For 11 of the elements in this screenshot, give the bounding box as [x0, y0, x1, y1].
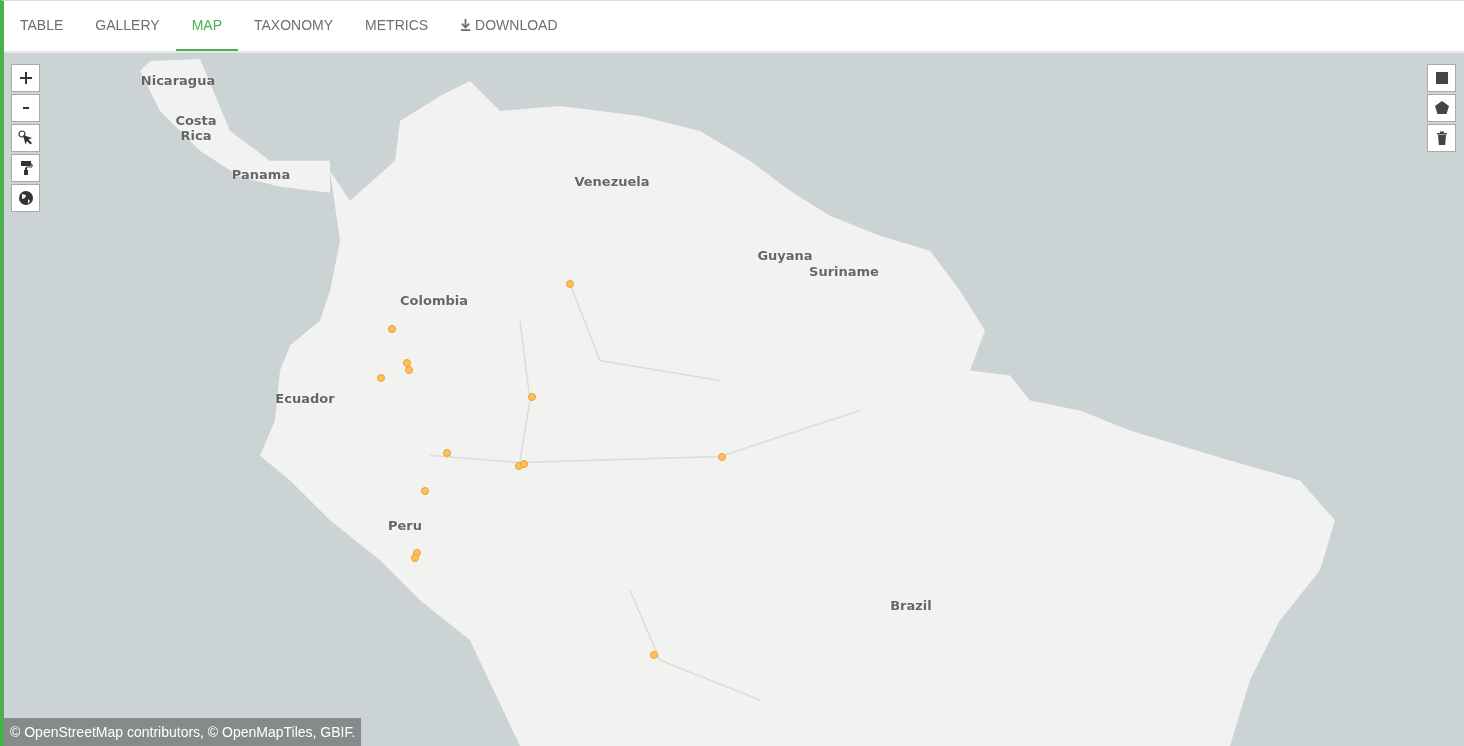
place-label: Suriname	[809, 264, 879, 280]
place-label: Brazil	[890, 598, 932, 614]
place-label: Ecuador	[275, 391, 335, 407]
attribution-text: © OpenStreetMap contributors, © OpenMapTiles, GBIF.	[4, 718, 362, 746]
place-label: Venezuela	[574, 174, 650, 190]
place-label: Peru	[388, 518, 422, 534]
place-label: Nicaragua	[140, 73, 216, 89]
place-label: Colombia	[400, 293, 468, 309]
place-label: Guyana	[757, 248, 813, 264]
place-label: Panama	[231, 167, 291, 183]
place-label: Costa Rica	[175, 114, 217, 144]
